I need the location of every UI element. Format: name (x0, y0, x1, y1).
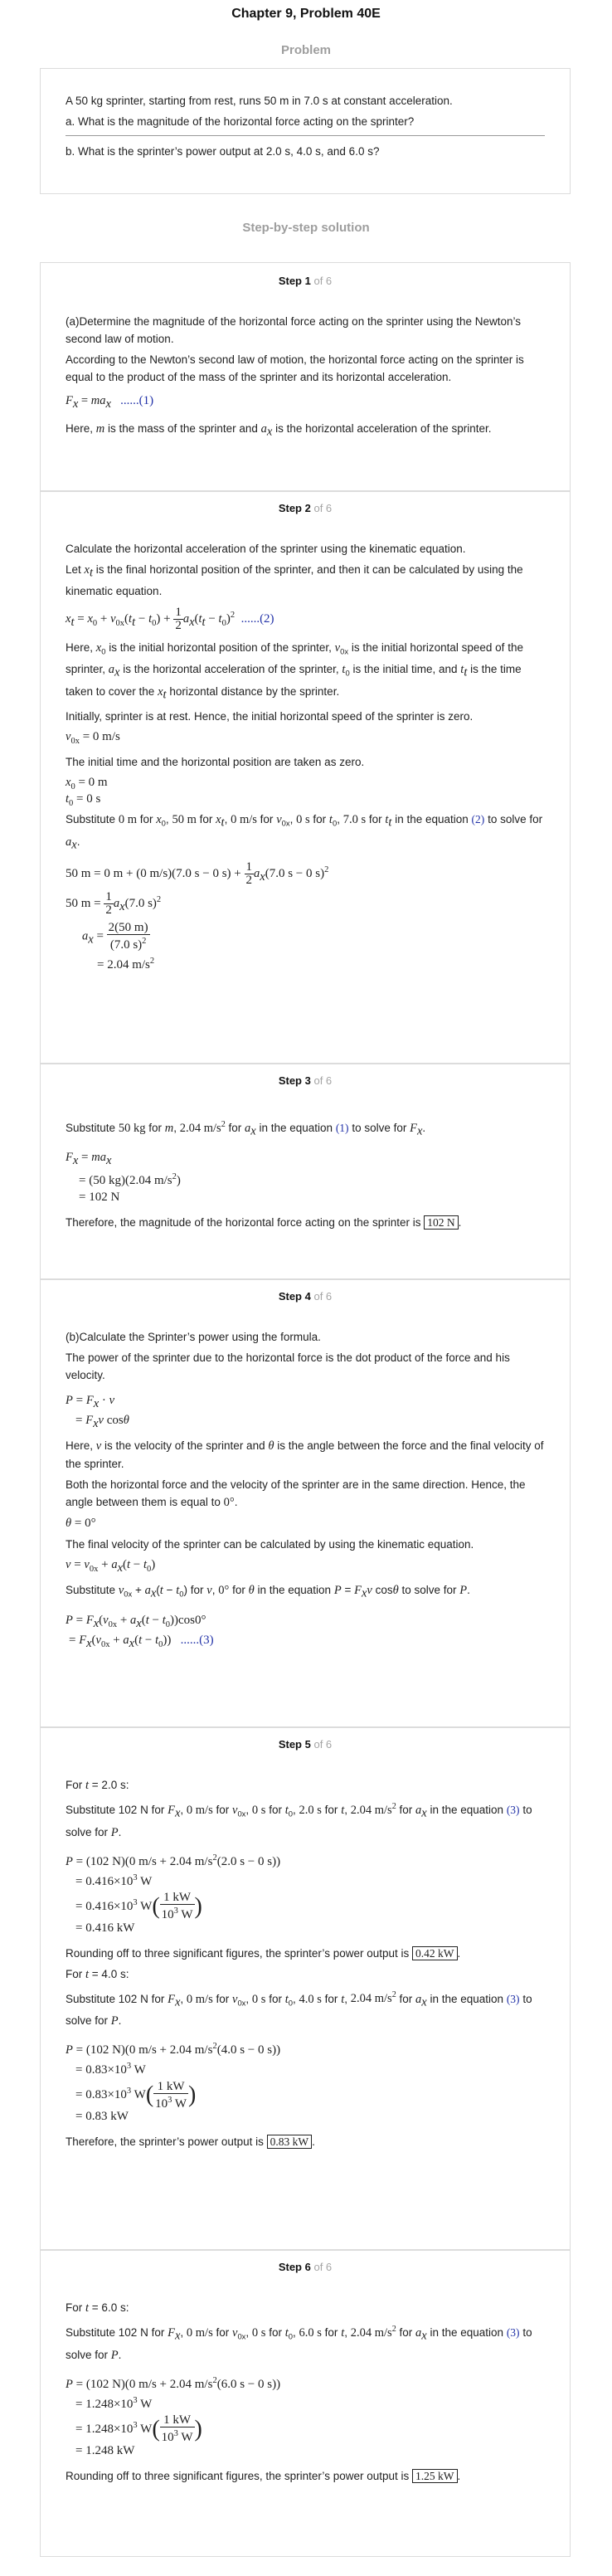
step-4-text-1: (b)Calculate the Sprinter’s power using … (66, 1331, 321, 1343)
problem-card: A 50 kg sprinter, starting from rest, ru… (40, 68, 571, 194)
problem-divider (66, 135, 545, 136)
step-2-text-1: Calculate the horizontal acceleration of… (66, 543, 466, 555)
step-6-substitute-6s: Substitute 102 N for Fx, 0 m/s for v0x, … (66, 2325, 532, 2362)
step-3-card: Step 3 of 6 Substitute 50 kg for m, 2.04… (40, 1064, 571, 1279)
step-4-velocity-equation: v = v0x + ax(t − t0) (66, 1558, 156, 1575)
step-6-header: Step 6 of 6 (278, 2261, 333, 2273)
step-1-text-1: (a)Determine the magnitude of the horizo… (66, 315, 522, 345)
step-4-card: Step 4 of 6 (b)Calculate the Sprinter’s … (40, 1279, 571, 1727)
step-3-answer: 102 N (424, 1215, 459, 1230)
step-5-for-4s: For t = 4.0 s: (66, 1967, 129, 1981)
step-6-card: Step 6 of 6 For t = 6.0 s: Substitute 10… (40, 2250, 571, 2557)
step-4-angle: θ = 0° (66, 1517, 96, 1530)
solution-heading: Step-by-step solution (242, 221, 370, 235)
step-4-text-3: Here, v is the velocity of the sprinter … (66, 1439, 544, 1470)
step-2-header: Step 2 of 6 (278, 502, 333, 514)
step-1-header: Step 1 of 6 (278, 275, 333, 287)
step-4-power-formula: P = Fx · v = Fxv cosθ (66, 1394, 129, 1430)
step-5-header: Step 5 of 6 (278, 1738, 333, 1751)
step-5-solution-4s: P = (102 N)(0 m/s + 2.04 m/s2(4.0 s − 0 … (66, 2042, 281, 2124)
step-5-substitute-2s: Substitute 102 N for Fx, 0 m/s for v0x, … (66, 1802, 532, 1839)
step-2-initial-speed: v0x = 0 m/s (66, 729, 120, 746)
step-1-text-3: Here, m is the mass of the sprinter and … (66, 422, 492, 439)
step-2-text-6: Substitute 0 m for x0, 50 m for xt, 0 m/… (66, 812, 543, 852)
page-title: Chapter 9, Problem 40E (231, 7, 381, 21)
step-3-text-1: Substitute 50 kg for m, 2.04 m/s2 for ax… (66, 1120, 426, 1138)
step-1-equation: Fx = max ......(1) (66, 394, 154, 411)
step-3-header: Step 3 of 6 (278, 1074, 333, 1087)
problem-heading: Problem (280, 43, 331, 57)
step-4-text-2: The power of the sprinter due to the hor… (66, 1351, 510, 1381)
step-2-equation: xt = x0 + v0x(tt − t0) + 1 2 ax(tt − t0)2 … (66, 605, 274, 632)
step-4-text-6: Substitute v0x + ax(t − t0) for v, 0° fo… (66, 1584, 470, 1600)
step-1-card: Step 1 of 6 (a)Determine the magnitude o… (40, 262, 571, 491)
step-4-text-5: The final velocity of the sprinter can b… (66, 1538, 474, 1551)
step-5-answer-2: 0.83 kW (266, 2135, 313, 2150)
step-2-solution: 50 m = 0 m + (0 m/s)(7.0 s − 0 s) + 1 2 ax… (66, 860, 329, 972)
step-5-substitute-4s: Substitute 102 N for Fx, 0 m/s for v0x, … (66, 1990, 532, 2028)
step-2-card: Step 2 of 6 Calculate the horizontal acc… (40, 491, 571, 1064)
step-2-initial-values: x0 = 0 m t0 = 0 s (66, 775, 108, 808)
step-5-therefore: Therefore, the sprinter’s power output i… (66, 2135, 315, 2150)
step-4-power-derivation: P = Fx(v0x + ax(t − t0))cos0° = Fx(v0x +… (66, 1613, 214, 1650)
step-6-for-6s: For t = 6.0 s: (66, 2301, 129, 2315)
step-4-header: Step 4 of 6 (278, 1290, 333, 1303)
step-3-conclusion: Therefore, the magnitude of the horizont… (66, 1215, 462, 1230)
step-2-text-2: Let xt is the final horizontal position … (66, 563, 523, 597)
step-1-text-2: According to the Newton’s second law of … (66, 353, 524, 383)
problem-part-a: a. What is the magnitude of the horizont… (66, 115, 415, 128)
problem-statement: A 50 kg sprinter, starting from rest, ru… (66, 95, 453, 107)
step-2-text-4: Initially, sprinter is at rest. Hence, t… (66, 709, 474, 723)
step-5-solution-2s: P = (102 N)(0 m/s + 2.04 m/s2(2.0 s − 0 … (66, 1853, 281, 1935)
step-6-rounding: Rounding off to three significant figure… (66, 2468, 461, 2483)
step-2-text-5: The initial time and the horizontal posi… (66, 755, 365, 768)
step-6-solution-6s: P = (102 N)(0 m/s + 2.04 m/s2(6.0 s − 0 … (66, 2375, 281, 2457)
step-5-rounding: Rounding off to three significant figure… (66, 1945, 461, 1960)
problem-part-b: b. What is the sprinter’s power output a… (66, 145, 380, 158)
step-5-card: Step 5 of 6 For t = 2.0 s: Substitute 10… (40, 1727, 571, 2250)
step-5-for-2s: For t = 2.0 s: (66, 1779, 129, 1792)
step-6-answer: 1.25 kW (412, 2468, 458, 2483)
step-4-text-4: Both the horizontal force and the veloci… (66, 1478, 526, 1509)
step-3-solution: Fx = max = (50 kg)(2.04 m/s2) = 102 N (66, 1150, 181, 1204)
step-5-answer-1: 0.42 kW (412, 1945, 458, 1960)
step-2-text-3: Here, x0 is the initial horizontal posit… (66, 640, 523, 702)
